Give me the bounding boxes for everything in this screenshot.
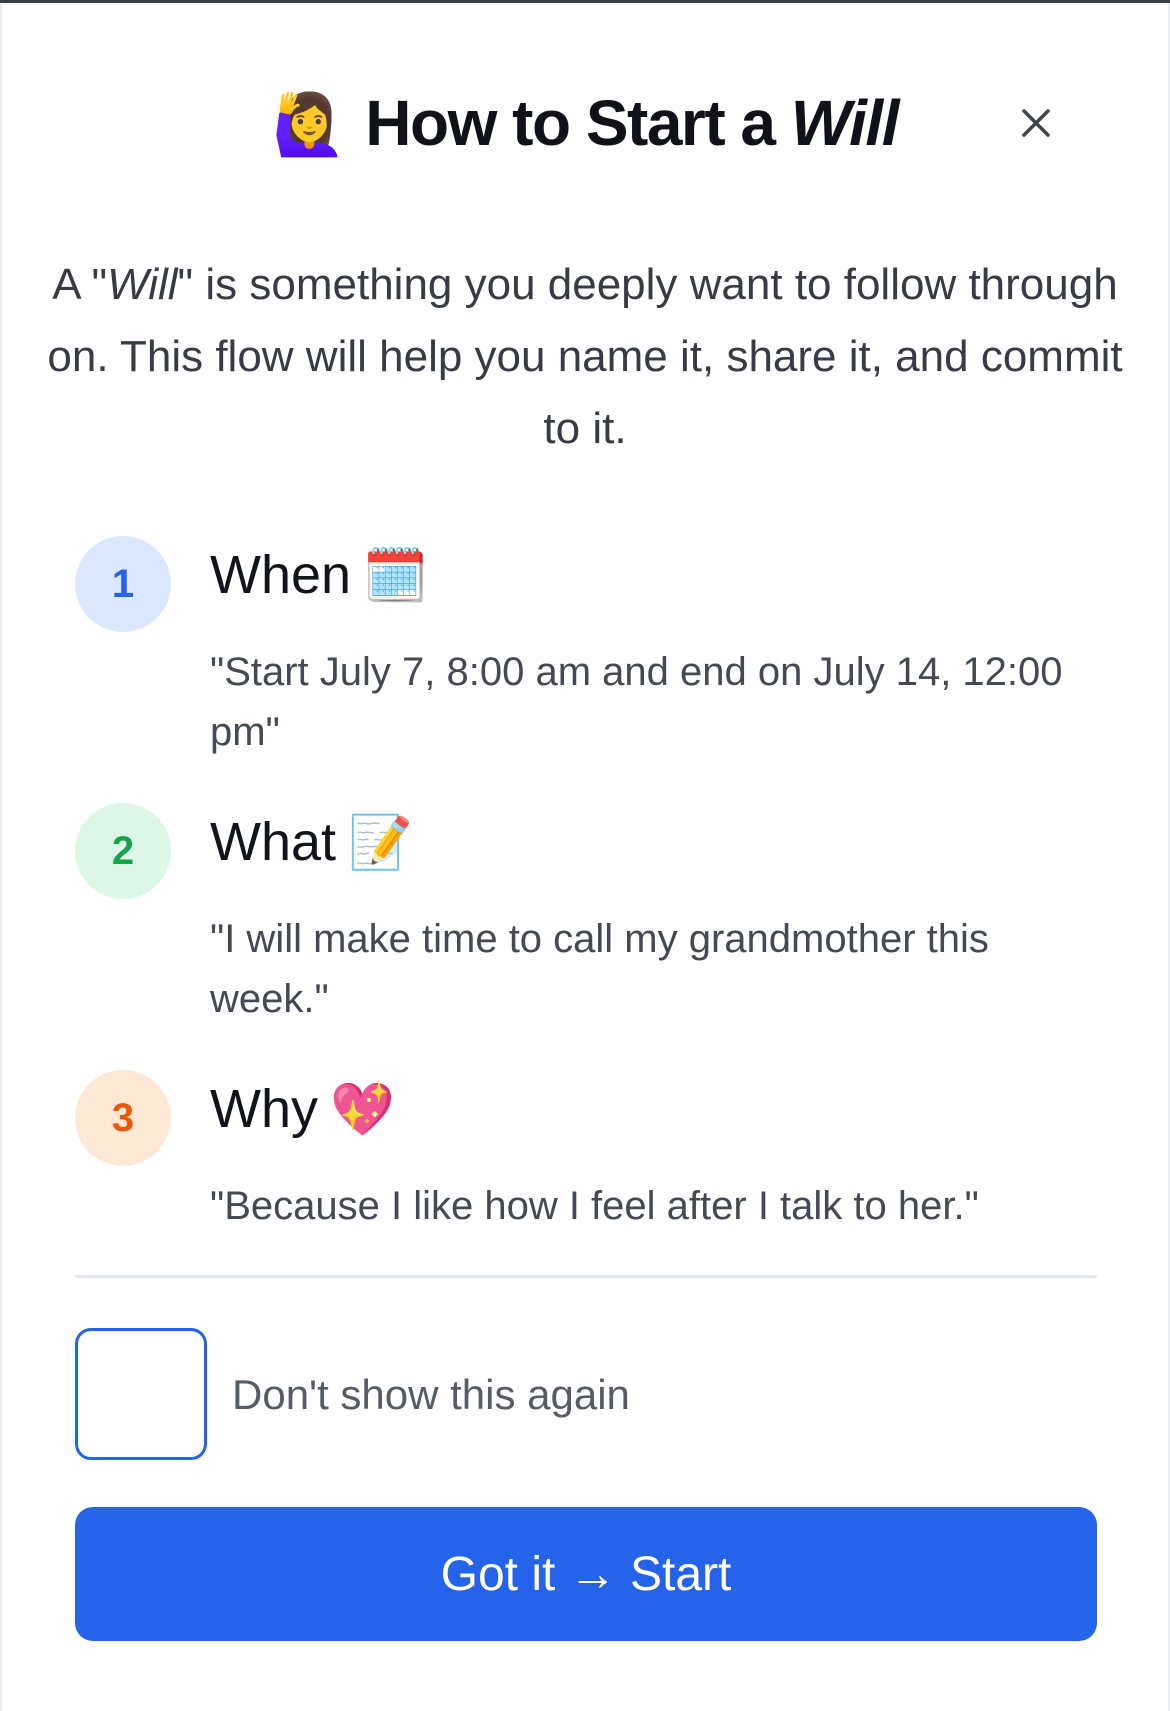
step-example: "I will make time to call my grandmother… — [210, 917, 989, 1021]
step-example: "Start July 7, 8:00 am and end on July 1… — [210, 650, 1063, 754]
memo-icon: 📝 — [348, 814, 413, 872]
dont-show-again-label[interactable]: Don't show this again — [232, 1367, 630, 1423]
step-title-text: Why — [210, 1079, 318, 1139]
step-title-text: When — [210, 545, 352, 605]
close-icon — [1022, 109, 1050, 137]
step-number-badge: 1 — [75, 536, 171, 632]
calendar-icon: 🗓️ — [363, 547, 428, 605]
step-title: What 📝 — [210, 805, 413, 880]
step-title: When 🗓️ — [210, 538, 428, 613]
divider — [75, 1275, 1097, 1278]
how-to-start-will-modal: 🙋‍♀️ How to Start a Will A "Will" is some… — [2, 3, 1168, 1711]
step-number-badge: 2 — [75, 803, 171, 899]
intro-part-1: A " — [52, 260, 108, 309]
step-title-text: What — [210, 812, 337, 872]
intro-emphasis: Will — [107, 260, 178, 309]
modal-title-text: How to Start a — [365, 87, 791, 159]
modal-header: 🙋‍♀️ How to Start a Will — [2, 73, 1168, 169]
modal-title: 🙋‍♀️ How to Start a Will — [2, 83, 1168, 165]
got-it-start-button[interactable]: Got it → Start — [75, 1507, 1097, 1641]
dont-show-again-checkbox[interactable] — [75, 1328, 207, 1460]
raising-hand-icon: 🙋‍♀️ — [272, 91, 347, 158]
step-title: Why 💖 — [210, 1072, 395, 1147]
intro-text: A "Will" is something you deeply want to… — [42, 249, 1128, 465]
close-button[interactable] — [1010, 97, 1062, 149]
step-number-badge: 3 — [75, 1070, 171, 1166]
step-example: "Because I like how I feel after I talk … — [210, 1184, 979, 1228]
intro-part-2: " is something you deeply want to follow… — [47, 260, 1123, 453]
modal-title-emphasis: Will — [790, 87, 900, 159]
sparkling-heart-icon: 💖 — [330, 1081, 395, 1139]
